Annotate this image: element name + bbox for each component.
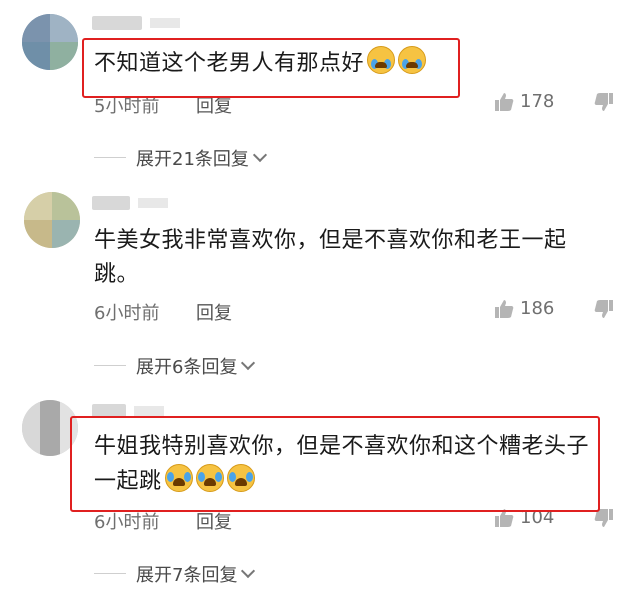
chevron-down-icon <box>241 355 256 371</box>
thumbs-up-icon <box>495 92 514 111</box>
comment-text-line2: 跳。 <box>94 262 140 287</box>
thumbs-down-icon[interactable] <box>594 299 614 319</box>
comment-text-line1: 牛美女我非常喜欢你，但是不喜欢你和老王一起 <box>94 228 567 253</box>
expand-replies-button[interactable]: 展开21条回复 <box>136 145 267 171</box>
comment-time: 6小时前 <box>94 303 160 324</box>
chevron-down-icon <box>252 147 267 163</box>
like-button[interactable]: 186 <box>494 298 554 319</box>
like-count: 178 <box>520 91 555 112</box>
avatar[interactable] <box>22 14 78 70</box>
highlight-box <box>70 416 600 512</box>
avatar[interactable] <box>24 192 80 248</box>
comment-item: 牛美女我非常喜欢你，但是不喜欢你和老王一起 跳。 6小时前 回复 186 展开6… <box>0 184 640 384</box>
thumbs-up-icon <box>495 299 514 318</box>
like-count: 186 <box>520 298 555 319</box>
divider <box>94 157 126 158</box>
username-blurred[interactable] <box>92 16 180 30</box>
thumbs-down-icon[interactable] <box>594 92 614 112</box>
highlight-box <box>82 38 460 98</box>
like-button[interactable]: 178 <box>494 91 554 112</box>
chevron-down-icon <box>241 563 256 579</box>
expand-replies-button[interactable]: 展开7条回复 <box>136 561 256 587</box>
username-blurred[interactable] <box>92 196 168 210</box>
divider <box>94 365 126 366</box>
divider <box>94 573 126 574</box>
reply-button[interactable]: 回复 <box>196 299 232 325</box>
expand-replies-button[interactable]: 展开6条回复 <box>136 353 256 379</box>
